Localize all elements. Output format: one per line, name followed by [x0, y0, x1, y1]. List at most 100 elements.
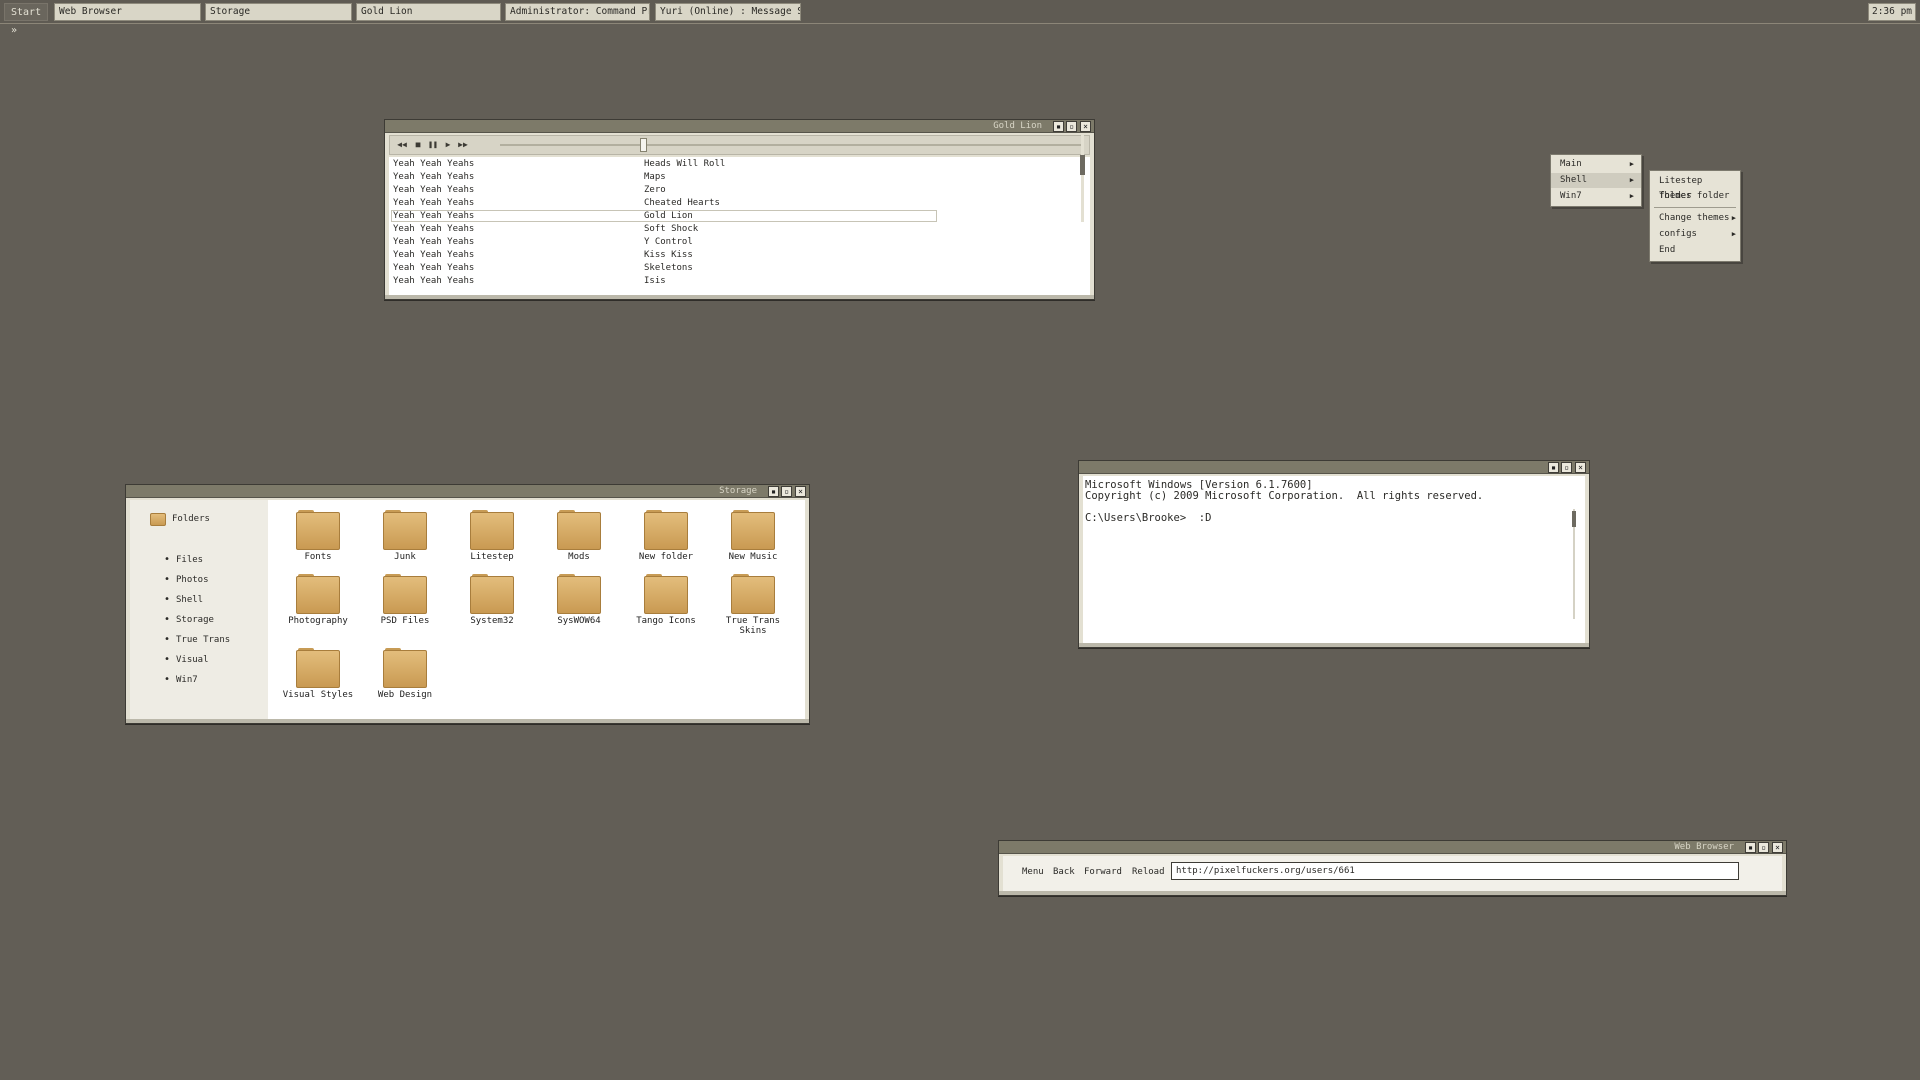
folder-label: Junk — [394, 552, 416, 562]
reload-button[interactable]: Reload — [1132, 866, 1165, 878]
menu-item-win7[interactable]: Win7 ▶ — [1551, 189, 1641, 204]
seek-handle[interactable] — [640, 138, 648, 152]
stop-icon[interactable]: ■ — [412, 139, 424, 151]
sidebar-item[interactable]: Photos — [176, 574, 209, 586]
menu-item-label: configs — [1659, 229, 1697, 239]
play-icon[interactable]: ▶ — [442, 139, 454, 151]
taskbar-button-message-session[interactable]: Yuri (Online) : Message Sessi... — [655, 3, 801, 21]
folder-label: Fonts — [304, 552, 332, 562]
back-button[interactable]: Back — [1053, 866, 1075, 878]
folder-item[interactable]: System32 — [450, 570, 530, 634]
playlist-row[interactable]: Yeah Yeah Yeahs Skeletons — [389, 262, 949, 275]
folder-item[interactable]: Tango Icons — [624, 570, 704, 634]
sidebar-item[interactable]: Win7 — [176, 674, 198, 686]
menu-item-main[interactable]: Main ▶ — [1551, 157, 1641, 172]
maximize-icon[interactable]: ▫ — [1561, 462, 1572, 473]
track-artist: Yeah Yeah Yeahs — [393, 237, 475, 247]
bullet-icon: • — [164, 554, 171, 565]
playlist-row[interactable]: Yeah Yeah Yeahs Isis — [389, 275, 949, 288]
taskbar-button-gold-lion[interactable]: Gold Lion — [356, 3, 501, 21]
maximize-icon[interactable]: ▫ — [781, 486, 792, 497]
playlist-scroll-thumb[interactable] — [1080, 155, 1085, 175]
folder-icon — [557, 576, 601, 614]
menu-button[interactable]: Menu — [1022, 866, 1044, 878]
browser-title: Web Browser — [1674, 842, 1734, 852]
minimize-icon[interactable]: ▪ — [768, 486, 779, 497]
sidebar-item[interactable]: True Trans — [176, 634, 230, 646]
playlist-row[interactable]: Yeah Yeah Yeahs Kiss Kiss — [389, 249, 949, 262]
folder-item[interactable]: Photography — [276, 570, 356, 634]
playlist-row[interactable]: Yeah Yeah Yeahs Heads Will Roll — [389, 158, 949, 171]
menu-item-configs[interactable]: configs ▶ — [1650, 227, 1740, 242]
folder-item[interactable]: Litestep — [450, 506, 530, 570]
taskbar: Start » Web Browser Storage Gold Lion Ad… — [0, 0, 1920, 36]
taskbar-button-web-browser[interactable]: Web Browser — [54, 3, 201, 21]
menu-item-end[interactable]: End — [1650, 243, 1740, 258]
rewind-icon[interactable]: ◀◀ — [396, 139, 408, 151]
shell-submenu: Litestep folder Themes folder Change the… — [1649, 170, 1741, 262]
browser-titlebar[interactable]: Web Browser ▪ ▫ × — [999, 841, 1786, 854]
playlist-scrollbar[interactable] — [1081, 134, 1084, 222]
folder-label: Mods — [568, 552, 590, 562]
folder-item[interactable]: PSD Files — [363, 570, 443, 634]
playlist-row[interactable]: Yeah Yeah Yeahs Y Control — [389, 236, 949, 249]
close-icon[interactable]: × — [1575, 462, 1586, 473]
playlist-row[interactable]: Yeah Yeah Yeahs Gold Lion — [389, 210, 949, 223]
url-input[interactable]: http://pixelfuckers.org/users/661 — [1171, 862, 1739, 880]
maximize-icon[interactable]: ▫ — [1758, 842, 1769, 853]
cmd-scroll-thumb[interactable] — [1572, 511, 1576, 527]
browser-toolbar: Menu Back Forward Reload http://pixelfuc… — [1003, 856, 1782, 891]
taskbar-button-storage[interactable]: Storage — [205, 3, 352, 21]
playlist-row[interactable]: Yeah Yeah Yeahs Cheated Hearts — [389, 197, 949, 210]
close-icon[interactable]: × — [795, 486, 806, 497]
menu-item-themes-folder[interactable]: Themes folder — [1650, 189, 1740, 204]
playlist-row[interactable]: Yeah Yeah Yeahs Zero — [389, 184, 949, 197]
sidebar-item[interactable]: Shell — [176, 594, 203, 606]
playlist-row[interactable]: Yeah Yeah Yeahs Soft Shock — [389, 223, 949, 236]
forward-button[interactable]: Forward — [1084, 866, 1122, 878]
minimize-icon[interactable]: ▪ — [1053, 121, 1064, 132]
folder-item[interactable]: Fonts — [276, 506, 356, 570]
close-icon[interactable]: × — [1080, 121, 1091, 132]
close-icon[interactable]: × — [1772, 842, 1783, 853]
minimize-icon[interactable]: ▪ — [1745, 842, 1756, 853]
menu-item-change-themes[interactable]: Change themes ▶ — [1650, 211, 1740, 226]
folder-item[interactable]: New Music — [711, 506, 791, 570]
sidebar-item[interactable]: Visual — [176, 654, 209, 666]
folder-item[interactable]: New folder — [624, 506, 704, 570]
storage-titlebar[interactable]: Storage ▪ ▫ × — [126, 485, 809, 498]
track-artist: Yeah Yeah Yeahs — [393, 159, 475, 169]
sidebar-item[interactable]: Files — [176, 554, 203, 566]
pause-icon[interactable]: ❚❚ — [427, 139, 439, 151]
menu-item-litestep-folder[interactable]: Litestep folder — [1650, 174, 1740, 201]
folder-item[interactable]: Visual Styles — [276, 644, 356, 708]
menu-item-shell[interactable]: Shell ▶ — [1551, 173, 1641, 188]
track-title: Gold Lion — [644, 211, 693, 221]
cmd-titlebar[interactable]: ▪ ▫ × — [1079, 461, 1589, 474]
minimize-icon[interactable]: ▪ — [1548, 462, 1559, 473]
folder-label: System32 — [470, 616, 514, 626]
seek-bar[interactable] — [500, 144, 1083, 146]
playlist-row[interactable]: Yeah Yeah Yeahs Maps — [389, 171, 949, 184]
folder-item[interactable]: Web Design — [363, 644, 443, 708]
folder-item[interactable]: True Trans Skins — [711, 570, 791, 636]
fast-forward-icon[interactable]: ▶▶ — [457, 139, 469, 151]
bullet-icon: • — [164, 634, 171, 645]
player-titlebar[interactable]: Gold Lion ▪ ▫ × — [385, 120, 1094, 133]
track-title: Zero — [644, 185, 666, 195]
bullet-icon: • — [164, 594, 171, 605]
start-button[interactable]: Start » — [4, 3, 48, 36]
player-title: Gold Lion — [993, 121, 1042, 131]
maximize-icon[interactable]: ▫ — [1066, 121, 1077, 132]
folder-label: Tango Icons — [636, 616, 696, 626]
folder-item[interactable]: Mods — [537, 506, 617, 570]
folder-item[interactable]: SysWOW64 — [537, 570, 617, 634]
taskbar-button-command-prompt[interactable]: Administrator: Command Prom... — [505, 3, 650, 21]
track-artist: Yeah Yeah Yeahs — [393, 276, 475, 286]
folder-item[interactable]: Junk — [363, 506, 443, 570]
folder-icon — [296, 650, 340, 688]
sidebar-item[interactable]: Storage — [176, 614, 214, 626]
folder-icon — [296, 576, 340, 614]
cmd-console[interactable]: Microsoft Windows [Version 6.1.7600] Copy… — [1083, 476, 1585, 643]
menu-item-label: Change themes — [1659, 213, 1730, 223]
